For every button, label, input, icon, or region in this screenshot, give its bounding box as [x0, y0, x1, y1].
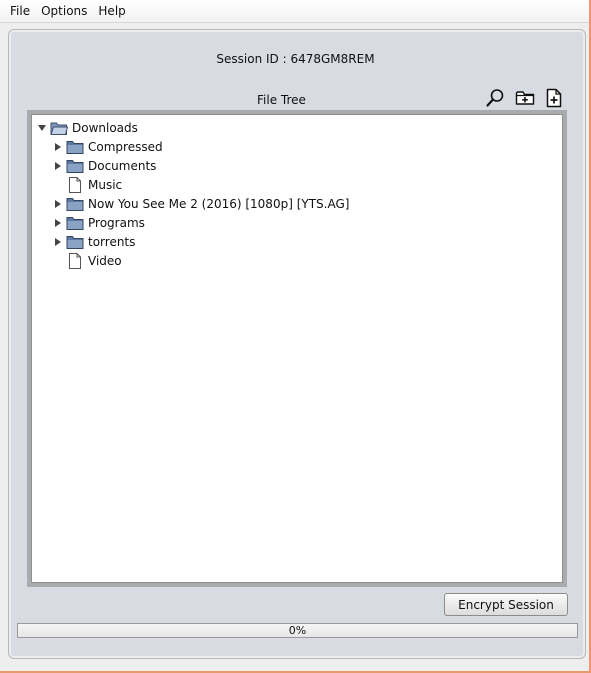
folder-icon [66, 215, 84, 231]
progress-text: 0% [288, 624, 307, 637]
collapsed-arrow-icon[interactable] [52, 141, 64, 153]
collapsed-arrow-icon[interactable] [52, 236, 64, 248]
session-id-label: Session ID : 6478GM8REM [216, 52, 375, 66]
tree-node-downloads[interactable]: Downloads [36, 119, 138, 137]
collapsed-arrow-icon[interactable] [52, 198, 64, 210]
folder-icon [66, 196, 84, 212]
file-icon [66, 253, 84, 269]
tree-node-documents[interactable]: Documents [52, 157, 156, 175]
file-tree[interactable]: Downloads Compressed Documents Music Now… [31, 114, 563, 583]
tree-node-now-you-see-me-2[interactable]: Now You See Me 2 (2016) [1080p] [YTS.AG] [52, 195, 349, 213]
tree-node-label: Downloads [72, 121, 138, 135]
tree-node-label: Programs [88, 216, 145, 230]
new-file-icon[interactable] [544, 88, 564, 108]
tree-node-label: torrents [88, 235, 136, 249]
encrypt-session-button[interactable]: Encrypt Session [444, 593, 568, 616]
collapsed-arrow-icon[interactable] [52, 160, 64, 172]
tree-node-label: Now You See Me 2 (2016) [1080p] [YTS.AG] [88, 197, 350, 211]
new-folder-icon[interactable] [515, 88, 535, 108]
tree-toggle-spacer [52, 179, 64, 191]
tree-node-label: Video [88, 254, 122, 268]
progress-bar: 0% [17, 623, 578, 638]
tree-node-label: Music [88, 178, 123, 192]
search-icon[interactable] [485, 88, 505, 108]
folder-icon [66, 158, 84, 174]
tree-node-music[interactable]: Music [52, 176, 122, 194]
tree-node-video[interactable]: Video [52, 252, 122, 270]
folder-icon [66, 234, 84, 250]
folder-icon [66, 139, 84, 155]
folder-open-icon [50, 120, 68, 136]
tree-node-label: Documents [88, 159, 157, 173]
collapsed-arrow-icon[interactable] [52, 217, 64, 229]
tree-node-torrents[interactable]: torrents [52, 233, 135, 251]
menu-options[interactable]: Options [37, 0, 91, 22]
expanded-arrow-icon[interactable] [36, 122, 48, 134]
tree-node-programs[interactable]: Programs [52, 214, 145, 232]
tree-node-label: Compressed [88, 140, 163, 154]
file-tree-container: Downloads Compressed Documents Music Now… [27, 110, 567, 587]
tree-node-compressed[interactable]: Compressed [52, 138, 163, 156]
menu-bar: File Options Help [0, 0, 589, 23]
file-icon [66, 177, 84, 193]
tree-toggle-spacer [52, 255, 64, 267]
menu-file[interactable]: File [6, 0, 34, 22]
file-tree-title: File Tree [257, 93, 306, 107]
menu-help[interactable]: Help [94, 0, 129, 22]
